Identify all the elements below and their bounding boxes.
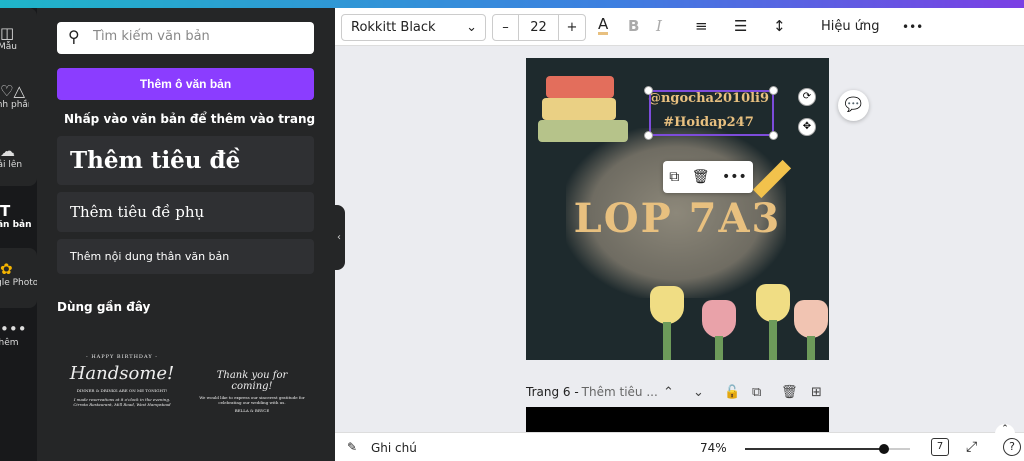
top-gradient-bar [0, 0, 1024, 8]
decrease-size-button[interactable]: – [493, 15, 519, 40]
text-color-icon[interactable]: A [598, 17, 609, 35]
font-size-input[interactable]: 22 [519, 15, 559, 40]
bold-icon[interactable]: B [628, 17, 639, 35]
zoom-level[interactable]: 74% [700, 441, 727, 455]
add-body-text[interactable]: Thêm nội dung thân văn bản [57, 239, 314, 274]
recent-template-2[interactable]: Thank you for coming! We would like to e… [197, 370, 307, 413]
fullscreen-icon[interactable]: ⤢ [966, 439, 977, 455]
help-button[interactable]: ? [1003, 438, 1021, 456]
rail-item-elements[interactable]: ♡△Thành phần [0, 82, 29, 110]
page-6-header: Trang 6 - Thêm tiêu ... ⌃ ⌄ 🔓 ⧉ 🗑 ⊞ [526, 383, 829, 401]
recent-title: Dùng gần đây [57, 300, 151, 314]
font-size-stepper: – 22 + [492, 14, 586, 41]
tulip-flower [702, 300, 736, 338]
book-illustration [538, 120, 628, 142]
trash-icon[interactable]: 🗑 [692, 169, 710, 185]
tulip-flower [650, 286, 684, 324]
move-icon[interactable]: ✥ [798, 118, 816, 136]
zoom-slider-fill [745, 448, 884, 450]
rotate-icon[interactable]: ⟳ [798, 88, 816, 106]
toolbar: Rokkitt Black ⌄ – 22 + A B I ≡ ☰ ↕ Hiệu ứ… [335, 8, 1024, 46]
tulip-stem [663, 322, 671, 360]
selection-box [649, 90, 774, 136]
elements-icon: ♡△ [0, 82, 25, 100]
rail-item-templates[interactable]: ◫ Mẫu [0, 24, 37, 52]
delete-page-icon[interactable]: 🗑 [781, 385, 798, 400]
page-count-button[interactable]: 7 [931, 438, 949, 456]
duplicate-icon[interactable]: ⧉ [669, 169, 679, 185]
rail-item-more[interactable]: •••Thêm [0, 320, 37, 348]
expand-pages-icon[interactable]: ⌃ [995, 424, 1015, 434]
comment-plus-icon: 💬 [844, 97, 863, 113]
add-page-icon[interactable]: ⊞ [811, 385, 822, 400]
add-comment-button[interactable]: 💬 [838, 90, 869, 121]
more-options-button[interactable]: ••• [902, 20, 923, 34]
tulip-flower [794, 300, 828, 338]
page-title-input[interactable]: Thêm tiêu ... [582, 385, 658, 399]
notes-button[interactable]: Ghi chú [371, 441, 417, 455]
tulip-stem [807, 336, 815, 360]
search-icon: ⚲ [68, 27, 80, 46]
resize-handle[interactable] [769, 131, 778, 140]
chevron-down-icon[interactable]: ⌄ [693, 385, 704, 400]
page-label: Trang 6 - [526, 385, 579, 399]
upload-icon: ☁ [0, 142, 15, 160]
effects-button[interactable]: Hiệu ứng [821, 19, 880, 34]
notes-icon: ✎ [347, 440, 358, 454]
more-icon: ••• [0, 320, 27, 338]
duplicate-page-icon[interactable]: ⧉ [752, 385, 761, 400]
design-title[interactable]: LOP 7A3 [526, 195, 829, 242]
sidebar-rail: ◫Mẫu ♡△Thành phần ☁Tải lên TVăn bản ✿Goo… [0, 8, 37, 461]
text-icon: T [0, 202, 11, 220]
spacing-icon[interactable]: ↕ [773, 17, 786, 35]
add-textbox-button[interactable]: Thêm ô văn bản [57, 68, 314, 100]
italic-icon[interactable]: I [656, 17, 662, 35]
add-subheading[interactable]: Thêm tiêu đề phụ [57, 192, 314, 232]
lock-icon[interactable]: 🔓 [724, 385, 740, 400]
list-icon[interactable]: ☰ [734, 17, 747, 35]
book-illustration [546, 76, 614, 98]
zoom-slider-knob[interactable] [878, 444, 889, 454]
search-input[interactable]: ⚲ Tìm kiếm văn bản [57, 22, 314, 54]
google-photos-icon: ✿ [0, 260, 13, 278]
more-icon[interactable]: ••• [722, 169, 747, 185]
tulip-flower [756, 284, 790, 322]
rail-item-text[interactable]: TVăn bản [0, 202, 37, 230]
font-select[interactable]: Rokkitt Black ⌄ [341, 14, 486, 41]
element-context-menu: ⧉ 🗑 ••• [663, 161, 753, 193]
resize-handle[interactable] [644, 131, 653, 140]
tulip-stem [715, 336, 723, 360]
resize-handle[interactable] [769, 86, 778, 95]
panel-hint: Nhấp vào văn bản để thêm vào trang [64, 112, 316, 126]
increase-size-button[interactable]: + [559, 15, 585, 40]
resize-handle[interactable] [644, 86, 653, 95]
text-panel: ⚲ Tìm kiếm văn bản Thêm ô văn bản Nhấp và… [37, 8, 335, 461]
recent-template-1[interactable]: - HAPPY BIRTHDAY - Handsome! DINNER & DR… [67, 354, 177, 407]
rail-item-uploads[interactable]: ☁Tải lên [0, 142, 37, 170]
rail-item-google-photos[interactable]: ✿Google Photos [0, 260, 37, 288]
zoom-slider[interactable] [745, 444, 910, 454]
chevron-up-icon[interactable]: ⌃ [663, 385, 674, 400]
book-illustration [542, 98, 616, 120]
design-page[interactable]: LOP 7A3 @ngocha2010li9 #Hoidap247 ⟳ ✥ [526, 58, 829, 360]
align-center-icon[interactable]: ≡ [695, 17, 708, 35]
page-7-preview[interactable] [526, 407, 829, 432]
collapse-panel-handle[interactable]: ‹ [333, 205, 345, 270]
tulip-stem [769, 320, 777, 360]
add-heading[interactable]: Thêm tiêu đề [57, 136, 314, 185]
layout-icon: ◫ [0, 24, 15, 42]
chevron-down-icon: ⌄ [466, 20, 477, 35]
bottom-bar: ⌃ ✎ Ghi chú 74% 7 ⤢ ? [335, 424, 1024, 461]
